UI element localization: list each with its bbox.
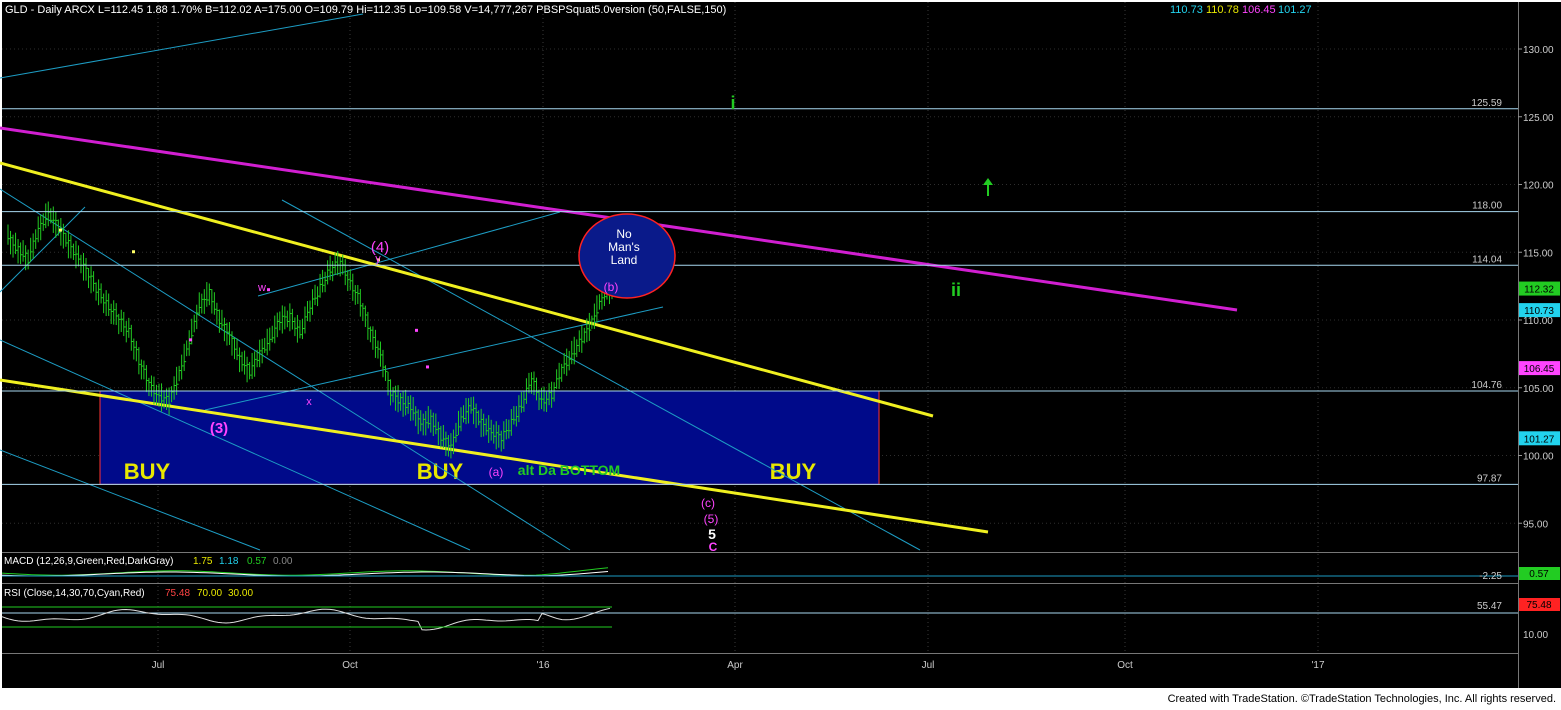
- price-axis-pane: [1518, 2, 1561, 688]
- rsi-axis-tick: 10.00: [1523, 630, 1548, 641]
- macd-title: MACD (12,26,9,Green,Red,DarkGray): [4, 556, 174, 567]
- wave-label: (3): [210, 420, 228, 437]
- level-label: 118.00: [1472, 201, 1502, 212]
- x-tick-label: '17: [1311, 660, 1324, 671]
- y-tick-label: 115.00: [1523, 248, 1553, 259]
- header-reading: 106.45: [1242, 4, 1276, 16]
- y-tick-label: 95.00: [1523, 519, 1548, 530]
- macd-axis-label: -2.25: [1479, 571, 1502, 582]
- rsi-value: 30.00: [228, 588, 253, 599]
- wave-label: (5): [704, 512, 719, 526]
- macd-value: 0.00: [273, 556, 293, 567]
- no-mans-land-text: Man's: [608, 240, 640, 254]
- paintbar-marker: [415, 328, 418, 332]
- wave-label: w: [257, 282, 266, 294]
- y-tick-label: 110.00: [1523, 316, 1553, 327]
- price-badge: 110.73: [1524, 306, 1554, 317]
- y-tick-label: 130.00: [1523, 45, 1554, 56]
- x-tick-label: '16: [536, 660, 549, 671]
- price-badge: 106.45: [1524, 364, 1555, 375]
- rsi-axis-label: 55.47: [1477, 601, 1502, 612]
- wave-label: (b): [604, 280, 619, 294]
- x-tick-label: Oct: [1117, 660, 1133, 671]
- wave-label: (4): [371, 239, 389, 256]
- y-tick-label: 125.00: [1523, 113, 1554, 124]
- x-tick-label: Oct: [342, 660, 358, 671]
- x-tick-label: Jul: [922, 660, 935, 671]
- no-mans-land-layer: NoMan'sLand: [578, 213, 676, 299]
- chart-header: GLD - Daily ARCX L=112.45 1.88 1.70% B=1…: [5, 4, 726, 16]
- y-tick-label: 120.00: [1523, 181, 1554, 192]
- y-tick-label: 105.00: [1523, 384, 1554, 395]
- macd-badge: 0.57: [1529, 569, 1549, 580]
- wave-label: (c): [701, 496, 715, 510]
- y-tick-label: 100.00: [1523, 452, 1554, 463]
- footer-credit: Created with TradeStation. ©TradeStation…: [1168, 693, 1556, 705]
- buy-label: BUY: [124, 459, 171, 484]
- macd-value: 1.75: [193, 556, 213, 567]
- no-mans-land-text: Land: [611, 253, 638, 267]
- rsi-badge: 75.48: [1526, 600, 1551, 611]
- header-reading: 101.27: [1278, 4, 1312, 16]
- paintbar-marker: [267, 288, 270, 292]
- level-label: 125.59: [1471, 98, 1502, 109]
- wave-label: C: [709, 540, 718, 554]
- wave-label: ii: [951, 280, 961, 300]
- x-tick-label: Apr: [727, 660, 743, 671]
- wave-label: i: [730, 93, 735, 113]
- rsi-value: 70.00: [197, 588, 222, 599]
- paintbar-marker: [189, 338, 192, 342]
- level-label: 104.76: [1471, 380, 1502, 391]
- paintbar-marker: [132, 250, 135, 254]
- macd-value: 1.18: [219, 556, 239, 567]
- level-label: 114.04: [1472, 254, 1502, 265]
- wave-label: x: [306, 396, 312, 408]
- no-mans-land-text: No: [616, 227, 632, 241]
- wave-label: alt Da BOTTOM: [518, 462, 620, 478]
- header-reading: 110.78: [1206, 4, 1239, 16]
- gld-daily-chart: BUY BUY BUY 125.59118.00114.04104.7697.87 …: [0, 0, 1561, 705]
- price-badge: 112.32: [1524, 285, 1554, 296]
- rsi-value: 75.48: [165, 588, 190, 599]
- chart-container: BUY BUY BUY 125.59 118.00 114.04 104.76 97.87 …: [0, 0, 1561, 705]
- level-label: 97.87: [1477, 473, 1502, 484]
- paintbar-marker: [426, 365, 429, 369]
- paintbar-marker: [59, 228, 62, 232]
- rsi-title: RSI (Close,14,30,70,Cyan,Red): [4, 588, 145, 599]
- buy-label: BUY: [417, 459, 464, 484]
- price-badge: 101.27: [1524, 434, 1555, 445]
- macd-value: 0.57: [247, 556, 267, 567]
- header-reading: 110.73: [1170, 4, 1203, 16]
- time-axis-pane: [2, 654, 1518, 688]
- x-tick-label: Jul: [152, 660, 165, 671]
- wave-label: (a): [489, 465, 504, 479]
